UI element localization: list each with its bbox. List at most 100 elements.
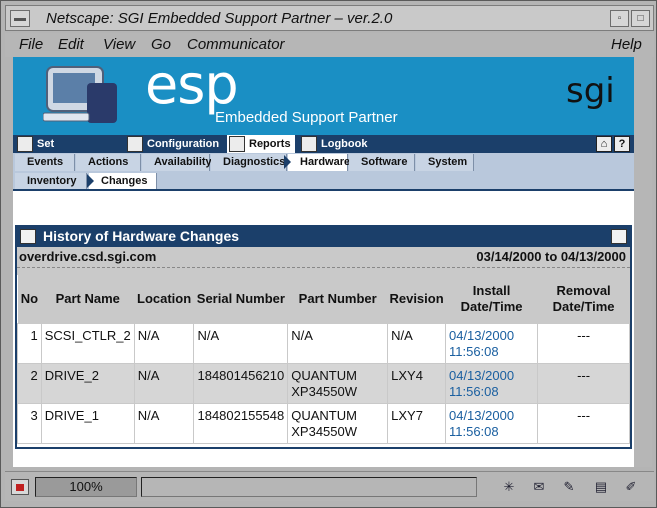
- nav-configuration[interactable]: Configuration: [125, 135, 225, 153]
- menu-go[interactable]: Go: [151, 36, 171, 53]
- menu-help[interactable]: Help: [611, 36, 642, 53]
- nav-reports[interactable]: Reports: [227, 135, 295, 153]
- status-bar: 100% ✳ ✉ ✎ ▤ ✐: [5, 471, 654, 501]
- banner-subtitle: Embedded Support Partner: [215, 109, 398, 126]
- location: N/A: [133, 322, 195, 364]
- col-part-number: Part Number: [287, 275, 388, 323]
- logbook-icon: [301, 136, 317, 153]
- checkmark-icon: [127, 136, 143, 153]
- navigator-icon[interactable]: ✳: [499, 478, 519, 496]
- revision: LXY4: [387, 362, 446, 404]
- menu-communicator[interactable]: Communicator: [187, 36, 285, 53]
- host-name: overdrive.csd.sgi.com: [19, 249, 157, 264]
- sgi-logo: sgi: [566, 71, 615, 111]
- composer-icon[interactable]: ▤: [591, 478, 611, 496]
- nav-set-environment[interactable]: Set Environment: [15, 135, 121, 168]
- divider: [17, 267, 630, 275]
- col-install-date: Install Date/Time: [445, 275, 538, 323]
- monitor-illustration-icon: [43, 66, 117, 123]
- col-location: Location: [134, 275, 194, 323]
- serial-number: 184801456210: [193, 362, 289, 404]
- removal-datetime: ---: [537, 402, 630, 444]
- table-row: 2 DRIVE_2 N/A 184801456210 QUANTUM XP3455…: [17, 362, 630, 404]
- menu-view[interactable]: View: [103, 36, 135, 53]
- table-row: 3 DRIVE_1 N/A 184802155548 QUANTUM XP3455…: [17, 402, 630, 444]
- report-subtabs: Inventory Changes: [13, 172, 634, 191]
- col-no: No: [17, 275, 42, 323]
- serial-number: 184802155548: [193, 402, 289, 444]
- col-removal-date: Removal Date/Time: [537, 275, 630, 323]
- hardware-changes-table: No Part Name Location Serial Number Part…: [17, 275, 630, 444]
- report-tabs: Events Actions Availability Diagnostics …: [13, 153, 634, 172]
- part-number: QUANTUM XP34550W: [287, 402, 389, 444]
- esp-logo: esp: [145, 57, 239, 116]
- report-table-icon: [229, 136, 245, 153]
- install-datetime: 04/13/2000 11:56:08: [444, 362, 539, 404]
- tab-hardware[interactable]: Hardware: [288, 154, 350, 171]
- row-number: 3: [17, 402, 42, 444]
- location: N/A: [133, 402, 195, 444]
- esp-banner: esp Embedded Support Partner sgi: [13, 57, 634, 135]
- page-content: esp Embedded Support Partner sgi Set Env…: [13, 57, 634, 467]
- subtab-changes[interactable]: Changes: [89, 173, 157, 189]
- host-row: overdrive.csd.sgi.com 03/14/2000 to 04/1…: [17, 247, 630, 267]
- table-icon: [20, 229, 36, 244]
- part-number: QUANTUM XP34550W: [287, 362, 389, 404]
- window-title: Netscape: SGI Embedded Support Partner –…: [46, 10, 393, 27]
- wrench-icon: [17, 136, 33, 153]
- tab-software[interactable]: Software: [349, 154, 415, 171]
- row-number: 1: [17, 322, 42, 364]
- removal-datetime: ---: [537, 362, 630, 404]
- subtab-inventory[interactable]: Inventory: [15, 173, 87, 189]
- vertical-scrollbar[interactable]: [634, 57, 652, 467]
- active-subtab-arrow-icon: [87, 174, 94, 188]
- install-datetime: 04/13/2000 11:56:08: [444, 322, 539, 364]
- hardware-changes-panel: History of Hardware Changes overdrive.cs…: [15, 225, 632, 449]
- table-header-row: No Part Name Location Serial Number Part…: [17, 275, 630, 323]
- tab-availability[interactable]: Availability: [142, 154, 212, 171]
- progress-indicator: 100%: [35, 477, 137, 497]
- active-tab-arrow-icon: [284, 155, 291, 169]
- edit-icon[interactable]: ✐: [621, 478, 641, 496]
- print-icon[interactable]: [611, 229, 627, 244]
- row-number: 2: [17, 362, 42, 404]
- discussions-icon[interactable]: ✎: [559, 478, 579, 496]
- date-range: 03/14/2000 to 04/13/2000: [476, 249, 626, 264]
- minimize-icon: ▫: [617, 13, 622, 24]
- revision: LXY7: [387, 402, 446, 444]
- panel-header: History of Hardware Changes: [17, 227, 630, 247]
- nav-logbook[interactable]: Logbook: [299, 135, 371, 153]
- part-name: SCSI_CTLR_2: [40, 322, 135, 364]
- menu-edit[interactable]: Edit: [58, 36, 84, 53]
- revision: N/A: [387, 322, 446, 364]
- panel-title: History of Hardware Changes: [43, 228, 240, 244]
- menu-bar: File Edit View Go Communicator Help: [5, 33, 654, 57]
- install-datetime: 04/13/2000 11:56:08: [444, 402, 539, 444]
- part-name: DRIVE_1: [40, 402, 135, 444]
- minimize-button[interactable]: ▫: [610, 10, 629, 27]
- maximize-button[interactable]: □: [631, 10, 650, 27]
- removal-datetime: ---: [537, 322, 630, 364]
- tab-actions[interactable]: Actions: [76, 154, 141, 171]
- part-name: DRIVE_2: [40, 362, 135, 404]
- home-icon[interactable]: ⌂: [596, 136, 612, 152]
- tab-diagnostics[interactable]: Diagnostics: [211, 154, 287, 171]
- serial-number: N/A: [193, 322, 289, 364]
- browser-window: Netscape: SGI Embedded Support Partner –…: [0, 0, 657, 508]
- col-serial-number: Serial Number: [193, 275, 288, 323]
- top-navigation: Set Environment Configuration Reports Lo…: [13, 135, 634, 168]
- col-revision: Revision: [387, 275, 446, 323]
- security-lock-icon[interactable]: [11, 479, 29, 495]
- table-row: 1 SCSI_CTLR_2 N/A N/A N/A N/A 04/13/2000…: [17, 322, 630, 364]
- title-bar[interactable]: Netscape: SGI Embedded Support Partner –…: [5, 5, 654, 31]
- help-icon[interactable]: ?: [614, 136, 630, 152]
- part-number: N/A: [287, 322, 389, 364]
- status-message-field: [141, 477, 477, 497]
- tab-events[interactable]: Events: [15, 154, 75, 171]
- col-part-name: Part Name: [41, 275, 135, 323]
- mail-icon[interactable]: ✉: [529, 478, 549, 496]
- menu-file[interactable]: File: [19, 36, 43, 53]
- window-menu-button[interactable]: [10, 10, 30, 27]
- tab-system[interactable]: System: [416, 154, 474, 171]
- maximize-icon: □: [637, 13, 644, 24]
